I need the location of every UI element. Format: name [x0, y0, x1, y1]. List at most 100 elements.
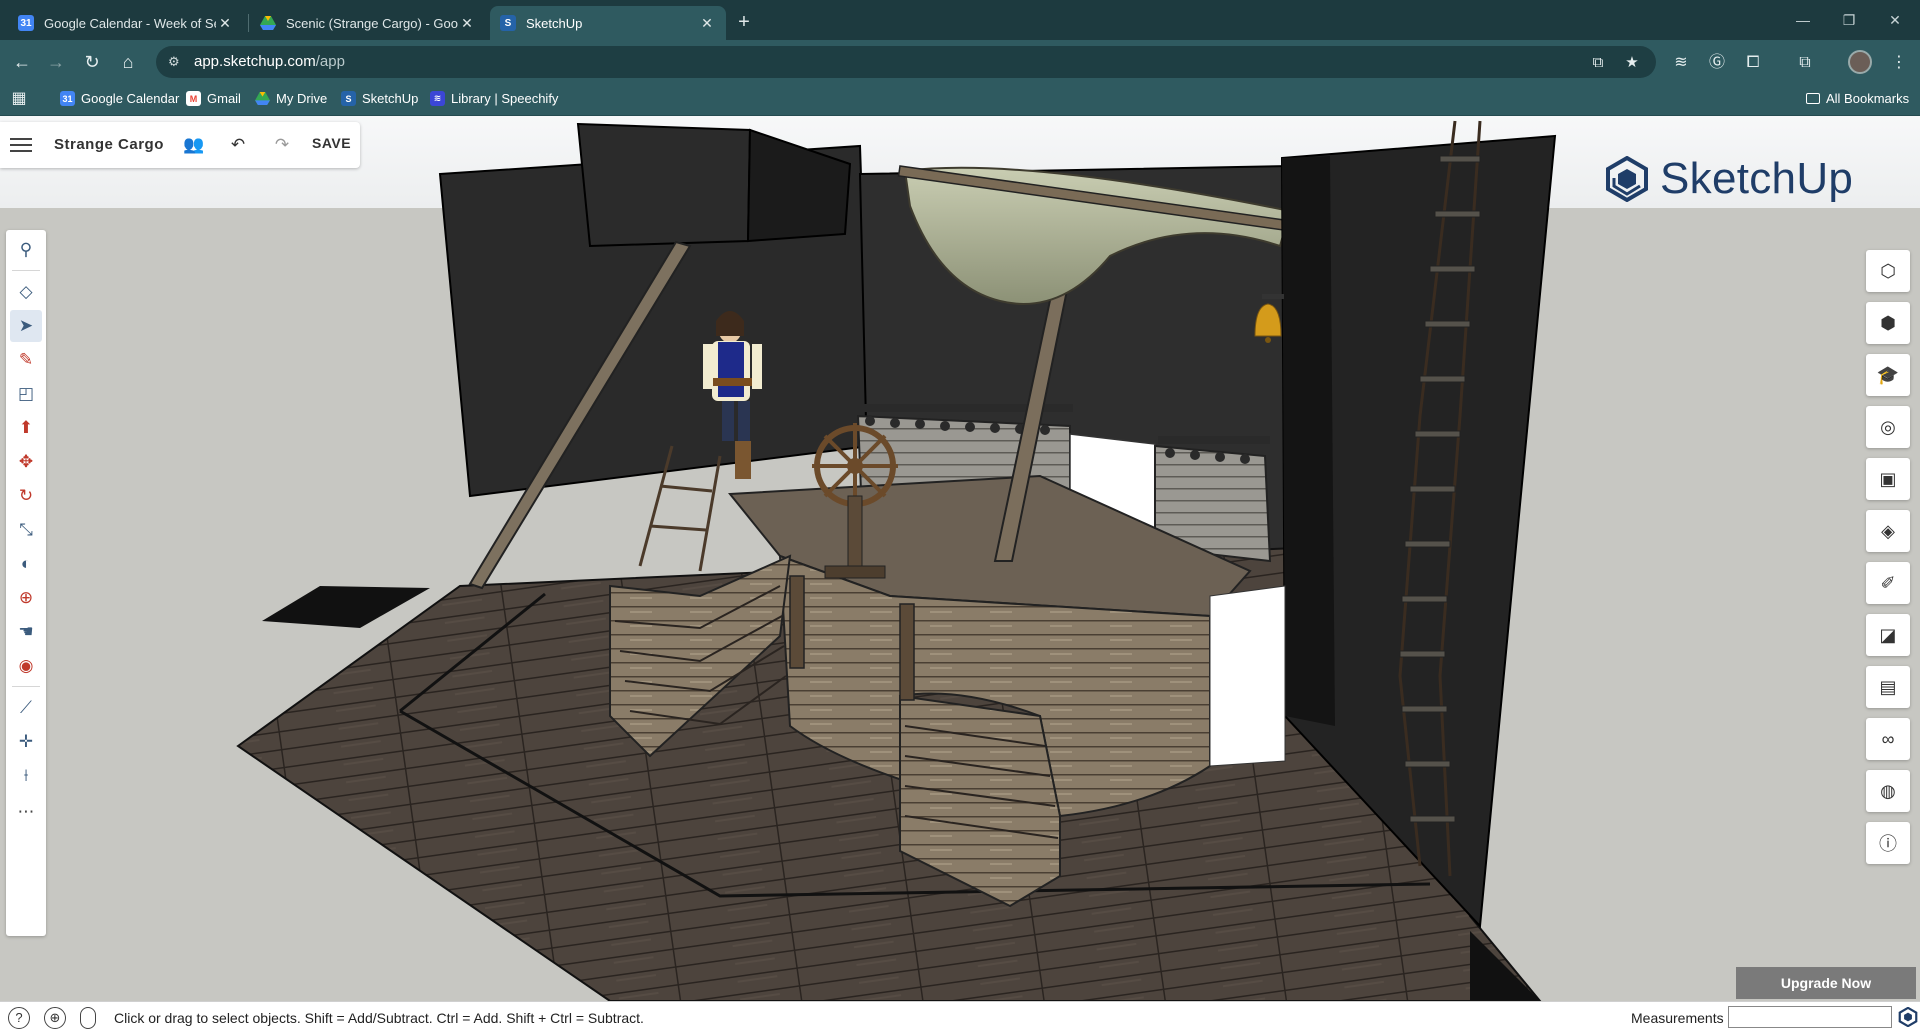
gmail-icon: M: [186, 91, 201, 106]
drive-icon: [260, 15, 276, 31]
reload-icon[interactable]: ↻: [78, 48, 106, 76]
bookmark-star-icon[interactable]: ★: [1622, 53, 1642, 73]
section-plane-tool-icon[interactable]: ⊕: [10, 582, 42, 614]
3d-model-viewport[interactable]: [0, 116, 1920, 1001]
hamburger-menu-icon[interactable]: [10, 134, 32, 156]
left-toolbar: ⚲ ◇ ➤ ✎ ◰ ⬆ ✥ ↻ ⤡ ◐ ⊕ ☚ ◉ ⟋ ✛ ⟊ ⋯: [6, 230, 46, 936]
close-icon[interactable]: ✕: [216, 15, 234, 32]
floor-corner: [1470, 931, 1540, 1001]
axes-tool-icon[interactable]: ✛: [10, 726, 42, 758]
paint-bucket-tool-icon[interactable]: ◐: [10, 548, 42, 580]
grammarly-extension-icon[interactable]: Ⓖ: [1706, 52, 1728, 74]
instructor-panel-icon[interactable]: 🎓: [1866, 354, 1910, 396]
display-panel-icon[interactable]: ∞: [1866, 718, 1910, 760]
calendar-icon: 31: [18, 15, 34, 31]
home-icon[interactable]: ⌂: [114, 48, 142, 76]
tab-google-calendar[interactable]: 31 Google Calendar - Week of Sep ✕: [8, 6, 244, 40]
orbit-tool-icon[interactable]: ◉: [10, 650, 42, 682]
model-name[interactable]: Strange Cargo: [54, 136, 164, 153]
rotate-tool-icon[interactable]: ↻: [10, 480, 42, 512]
save-button[interactable]: SAVE: [312, 135, 351, 151]
eraser-tool-icon[interactable]: ◇: [10, 276, 42, 308]
bookmark-sketchup[interactable]: S SketchUp: [341, 91, 418, 106]
forward-icon[interactable]: →: [42, 48, 70, 76]
install-app-icon[interactable]: ⧉: [1588, 53, 1608, 73]
bookmark-gmail[interactable]: M Gmail: [186, 91, 241, 106]
floor-shadow-piece: [262, 586, 430, 628]
pencil-tool-icon[interactable]: ✎: [10, 344, 42, 376]
push-pull-tool-icon[interactable]: ⬆: [10, 412, 42, 444]
sketchup-status-logo-icon: [1898, 1007, 1918, 1027]
eyedropper-tool-icon[interactable]: ⟊: [10, 760, 42, 792]
bookmark-speechify[interactable]: ≋ Library | Speechify: [430, 91, 558, 106]
url-text: app.sketchup.com/app: [194, 53, 345, 70]
browser-menu-icon[interactable]: ⋮: [1888, 52, 1910, 74]
styles-panel-icon[interactable]: ◈: [1866, 510, 1910, 552]
solar-panel-icon[interactable]: ◍: [1866, 770, 1910, 812]
bookmark-label: Library | Speechify: [451, 91, 559, 106]
model-top-bar: Strange Cargo 👥 ↶ ↷ SAVE: [0, 122, 360, 168]
brand-wordmark: SketchUp: [1660, 154, 1854, 203]
restore-icon[interactable]: ❐: [1826, 8, 1872, 32]
search-tabs-icon[interactable]: ⧉: [1794, 52, 1816, 74]
redo-icon[interactable]: ↷: [270, 133, 294, 157]
globe-icon[interactable]: ⊕: [44, 1007, 66, 1029]
tab-sketchup[interactable]: S SketchUp ✕: [490, 6, 726, 40]
minimize-icon[interactable]: —: [1780, 8, 1826, 32]
scenes-panel-icon[interactable]: ▤: [1866, 666, 1910, 708]
tags-panel-icon[interactable]: ◪: [1866, 614, 1910, 656]
speechify-extension-icon[interactable]: ≋: [1670, 52, 1692, 74]
sketchup-app: Strange Cargo 👥 ↶ ↷ SAVE SketchUp ⚲ ◇ ➤ …: [0, 116, 1920, 1032]
close-icon[interactable]: ✕: [698, 15, 716, 32]
overhead-box-side: [746, 128, 852, 243]
entity-info-panel-icon[interactable]: ⬡: [1866, 250, 1910, 292]
browser-tab-bar: 31 Google Calendar - Week of Sep ✕ Sceni…: [0, 0, 1920, 40]
status-hint-text: Click or drag to select objects. Shift =…: [114, 1010, 644, 1026]
views-panel-icon[interactable]: ▣: [1866, 458, 1910, 500]
undo-icon[interactable]: ↶: [226, 133, 250, 157]
toolbar-divider: [12, 686, 40, 687]
site-info-icon[interactable]: ⚙: [168, 54, 184, 70]
tab-scenic-drive[interactable]: Scenic (Strange Cargo) - Googl ✕: [250, 6, 486, 40]
close-window-icon[interactable]: ✕: [1872, 8, 1918, 32]
close-icon[interactable]: ✕: [458, 15, 476, 32]
materials-panel-icon[interactable]: ✐: [1866, 562, 1910, 604]
tape-measure-tool-icon[interactable]: ⟋: [10, 692, 42, 724]
overhead-box: [576, 122, 752, 248]
all-bookmarks-folder[interactable]: All Bookmarks: [1806, 91, 1909, 106]
info-panel-icon[interactable]: ⓘ: [1866, 822, 1910, 864]
right-flat-edge: [1282, 156, 1335, 726]
address-bar: ← → ↻ ⌂ ⚙ app.sketchup.com/app ⧉ ★ ≋ Ⓖ ⧠…: [0, 40, 1920, 84]
move-tool-icon[interactable]: ✥: [10, 446, 42, 478]
new-tab-button[interactable]: +: [730, 8, 758, 36]
url-path: /app: [315, 53, 345, 70]
help-icon[interactable]: ?: [8, 1007, 30, 1029]
upgrade-now-button[interactable]: Upgrade Now: [1736, 967, 1916, 999]
outliner-panel-icon[interactable]: ◎: [1866, 406, 1910, 448]
rectangle-tool-icon[interactable]: ◰: [10, 378, 42, 410]
select-tool-icon[interactable]: ➤: [10, 310, 42, 342]
search-tool-icon[interactable]: ⚲: [10, 234, 42, 266]
back-icon[interactable]: ←: [8, 48, 36, 76]
apps-grid-icon[interactable]: ▦: [8, 88, 30, 110]
scale-tool-icon[interactable]: ⤡: [10, 514, 42, 546]
components-panel-icon[interactable]: ⬢: [1866, 302, 1910, 344]
drive-icon: [255, 91, 270, 106]
share-users-icon[interactable]: 👥: [182, 133, 206, 157]
deck-pillar-right: [899, 603, 915, 701]
pan-tool-icon[interactable]: ☚: [10, 616, 42, 648]
measurements-label: Measurements: [1631, 1010, 1724, 1026]
calendar-icon: 31: [60, 91, 75, 106]
right-white-panel: [1209, 585, 1286, 767]
folder-icon: [1806, 93, 1820, 104]
url-omnibox[interactable]: ⚙ app.sketchup.com/app ⧉ ★: [156, 46, 1656, 78]
bookmark-my-drive[interactable]: My Drive: [255, 91, 327, 106]
bookmark-label: Google Calendar: [81, 91, 180, 106]
extensions-puzzle-icon[interactable]: ⧠: [1742, 52, 1764, 74]
more-tools-icon[interactable]: ⋯: [10, 796, 42, 828]
measurements-input[interactable]: [1728, 1006, 1892, 1028]
mouse-icon[interactable]: [80, 1007, 96, 1029]
bookmark-google-calendar[interactable]: 31 Google Calendar: [60, 91, 179, 106]
tab-separator: [248, 14, 249, 32]
profile-avatar[interactable]: [1848, 50, 1872, 74]
